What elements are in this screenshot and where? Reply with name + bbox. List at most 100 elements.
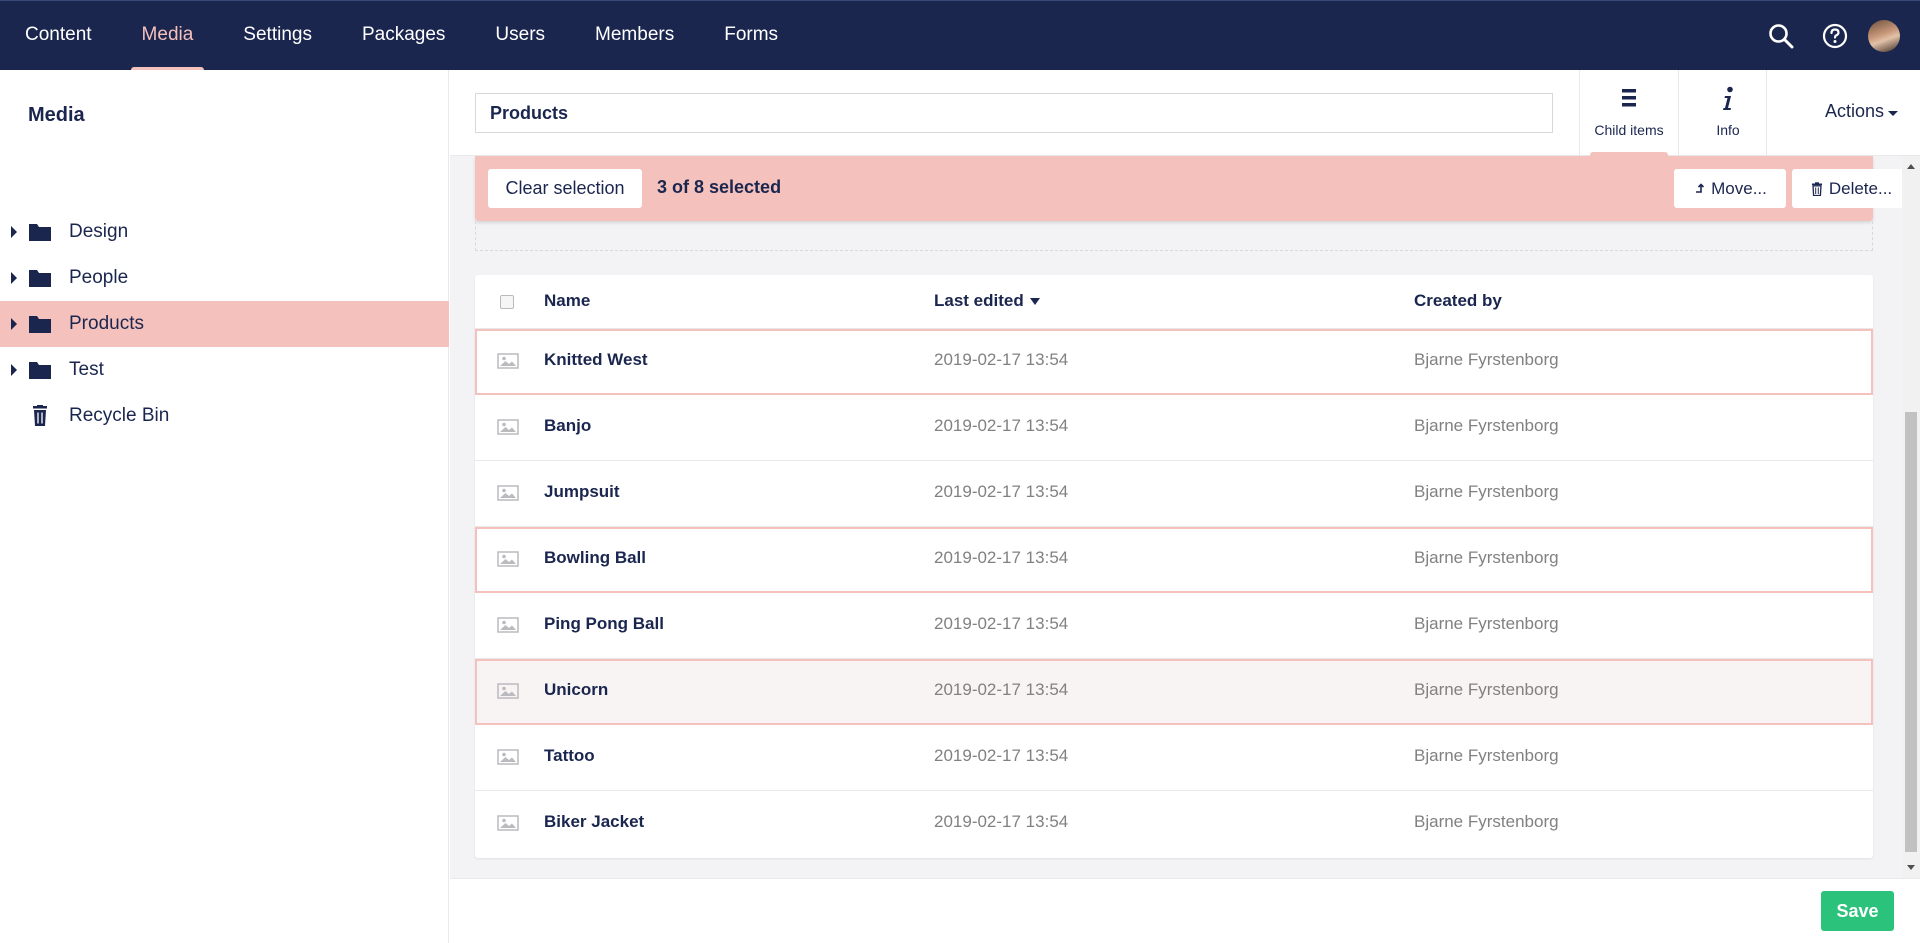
sidebar-title: Media	[28, 104, 85, 126]
info-icon	[1679, 86, 1777, 112]
row-name: Tattoo	[544, 746, 595, 765]
row-name: Banjo	[544, 416, 592, 435]
folder-icon	[29, 270, 51, 287]
table-row[interactable]: Bowling Ball 2019-02-17 13:54 Bjarne Fyr…	[475, 527, 1873, 593]
expand-caret-icon[interactable]	[11, 272, 17, 284]
tab-child-items[interactable]: Child items	[1579, 70, 1678, 156]
row-date: 2019-02-17 13:54	[934, 812, 1069, 831]
table-row[interactable]: Banjo 2019-02-17 13:54 Bjarne Fyrstenbor…	[475, 395, 1873, 461]
column-last-edited[interactable]: Last edited	[934, 291, 1040, 311]
tree-item-label: Recycle Bin	[69, 405, 170, 426]
tree-item-people[interactable]: People	[0, 255, 449, 301]
child-items-table: Name Last edited Created by Knitted West…	[475, 275, 1873, 858]
nav-settings[interactable]: Settings	[218, 1, 337, 71]
section-nav: Content Media Settings Packages Users Me…	[0, 1, 803, 71]
sidebar: Media Design People Products Test Recycl…	[0, 70, 449, 943]
nav-media[interactable]: Media	[117, 1, 219, 71]
clear-selection-button[interactable]: Clear selection	[488, 169, 642, 208]
image-icon	[497, 683, 519, 699]
image-icon	[497, 749, 519, 765]
tab-label: Info	[1716, 122, 1740, 138]
search-icon[interactable]	[1754, 1, 1808, 71]
row-user: Bjarne Fyrstenborg	[1414, 614, 1559, 633]
table-header: Name Last edited Created by	[475, 275, 1873, 329]
top-navigation-bar: Content Media Settings Packages Users Me…	[0, 0, 1920, 71]
table-row[interactable]: Ping Pong Ball 2019-02-17 13:54 Bjarne F…	[475, 593, 1873, 659]
row-name: Ping Pong Ball	[544, 614, 664, 633]
column-created-by[interactable]: Created by	[1414, 291, 1502, 311]
row-date: 2019-02-17 13:54	[934, 482, 1069, 501]
row-user: Bjarne Fyrstenborg	[1414, 482, 1559, 501]
scroll-up-arrow-icon[interactable]	[1907, 164, 1915, 169]
table-row[interactable]: Biker Jacket 2019-02-17 13:54 Bjarne Fyr…	[475, 791, 1873, 857]
row-date: 2019-02-17 13:54	[934, 680, 1069, 699]
main-panel: Child items Info Actions Clear selection…	[450, 70, 1920, 943]
folder-icon	[29, 362, 51, 379]
column-name[interactable]: Name	[544, 291, 590, 311]
trash-icon	[33, 405, 47, 426]
tree-item-label: Products	[69, 313, 144, 334]
delete-label: Delete...	[1828, 179, 1893, 198]
move-icon	[1696, 182, 1705, 193]
save-button[interactable]: Save	[1821, 891, 1894, 931]
row-user: Bjarne Fyrstenborg	[1414, 548, 1559, 567]
row-name: Jumpsuit	[544, 482, 620, 501]
table-row[interactable]: Unicorn 2019-02-17 13:54 Bjarne Fyrstenb…	[475, 659, 1873, 725]
folder-icon	[29, 316, 51, 333]
vertical-scrollbar[interactable]	[1902, 156, 1920, 878]
selection-bar: Clear selection 3 of 8 selected Move... …	[475, 156, 1911, 221]
selection-count: 3 of 8 selected	[657, 177, 782, 197]
expand-caret-icon[interactable]	[11, 364, 17, 376]
tree-item-label: Test	[69, 359, 104, 380]
scroll-down-arrow-icon[interactable]	[1907, 865, 1915, 870]
expand-caret-icon[interactable]	[11, 318, 17, 330]
row-user: Bjarne Fyrstenborg	[1414, 746, 1559, 765]
scroll-thumb[interactable]	[1905, 412, 1917, 852]
media-tree: Design People Products Test Recycle Bin	[0, 209, 449, 439]
row-date: 2019-02-17 13:54	[934, 416, 1069, 435]
row-name: Unicorn	[544, 680, 609, 699]
top-icons	[1754, 1, 1920, 71]
help-icon[interactable]	[1808, 1, 1862, 71]
nav-packages[interactable]: Packages	[337, 1, 470, 71]
nav-forms[interactable]: Forms	[699, 1, 803, 71]
row-date: 2019-02-17 13:54	[934, 548, 1069, 567]
table-row[interactable]: Jumpsuit 2019-02-17 13:54 Bjarne Fyrsten…	[475, 461, 1873, 527]
tree-item-test[interactable]: Test	[0, 347, 449, 393]
actions-dropdown[interactable]: Actions	[1766, 70, 1920, 156]
table-row[interactable]: Knitted West 2019-02-17 13:54 Bjarne Fyr…	[475, 329, 1873, 395]
sort-desc-icon	[1029, 298, 1040, 306]
editor-header: Child items Info Actions	[450, 70, 1920, 156]
user-avatar[interactable]	[1868, 20, 1900, 52]
tree-item-design[interactable]: Design	[0, 209, 449, 255]
list-icon	[1580, 86, 1678, 112]
nav-users[interactable]: Users	[470, 1, 570, 71]
row-date: 2019-02-17 13:54	[934, 614, 1069, 633]
row-date: 2019-02-17 13:54	[934, 746, 1069, 765]
move-button[interactable]: Move...	[1674, 169, 1786, 208]
tab-info[interactable]: Info	[1678, 70, 1777, 156]
delete-button[interactable]: Delete...	[1792, 169, 1911, 208]
move-label: Move...	[1711, 179, 1767, 198]
upload-dropzone[interactable]	[475, 221, 1873, 251]
tree-item-label: People	[69, 267, 129, 288]
row-name: Knitted West	[544, 350, 648, 369]
node-name-input[interactable]	[475, 93, 1553, 133]
nav-content[interactable]: Content	[0, 1, 117, 71]
image-icon	[497, 617, 519, 633]
expand-caret-icon[interactable]	[11, 226, 17, 238]
row-user: Bjarne Fyrstenborg	[1414, 416, 1559, 435]
trash-icon	[1811, 181, 1822, 196]
actions-label: Actions	[1824, 101, 1884, 121]
row-name: Biker Jacket	[544, 812, 645, 831]
image-icon	[497, 815, 519, 831]
select-all-checkbox[interactable]	[500, 295, 514, 309]
tree-item-label: Design	[69, 221, 129, 242]
table-row[interactable]: Tattoo 2019-02-17 13:54 Bjarne Fyrstenbo…	[475, 725, 1873, 791]
folder-icon	[29, 224, 51, 241]
image-icon	[497, 551, 519, 567]
tree-item-products[interactable]: Products	[0, 301, 449, 347]
tree-item-recycle-bin[interactable]: Recycle Bin	[0, 393, 449, 439]
nav-members[interactable]: Members	[570, 1, 699, 71]
row-user: Bjarne Fyrstenborg	[1414, 680, 1559, 699]
